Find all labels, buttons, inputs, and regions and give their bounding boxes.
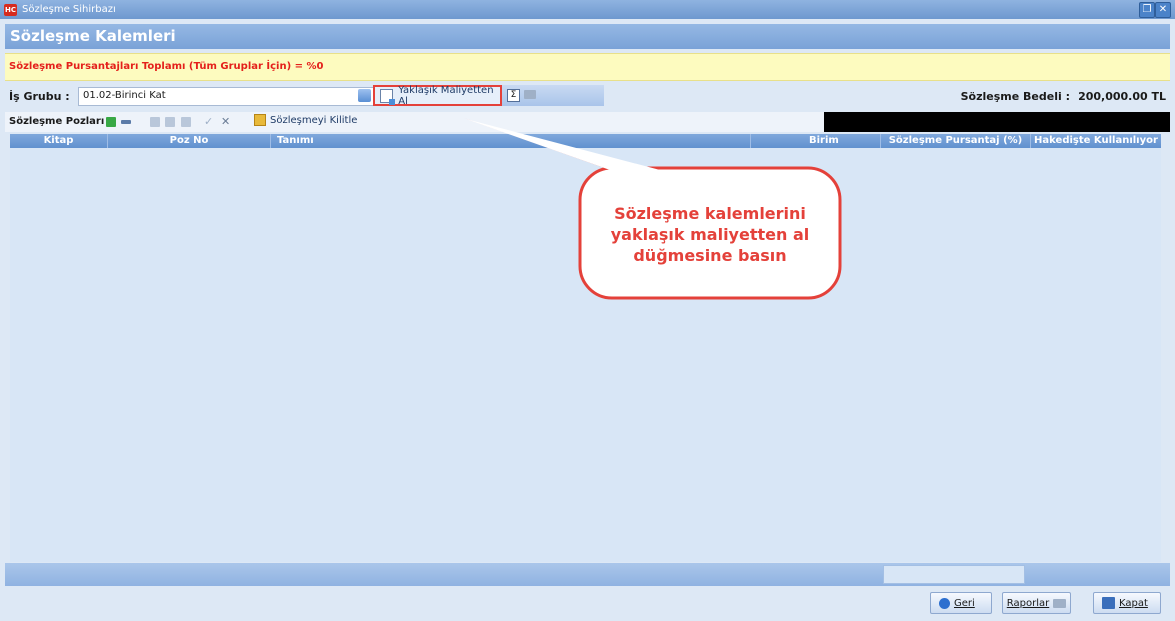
close-button[interactable]: Kapat [1093, 592, 1161, 614]
close-door-icon [1102, 597, 1115, 609]
status-field [883, 565, 1025, 584]
reports-button[interactable]: Raporlar [1002, 592, 1071, 614]
back-label: Geri [954, 597, 975, 609]
callout-text: Sözleşme kalemlerini yaklaşık maliyetten… [580, 203, 840, 266]
status-bar [5, 563, 1170, 586]
close-label: Kapat [1119, 597, 1148, 609]
callout-line-1: Sözleşme kalemlerini [614, 204, 806, 223]
callout-line-3: düğmesine basın [633, 246, 787, 265]
callout-balloon [464, 118, 842, 300]
back-button[interactable]: Geri [930, 592, 992, 614]
back-arrow-icon [939, 597, 950, 609]
reports-print-icon [1053, 598, 1067, 608]
callout-pointer-inner [466, 119, 660, 170]
callout-line-2: yaklaşık maliyetten al [610, 225, 810, 244]
reports-label: Raporlar [1006, 597, 1050, 609]
